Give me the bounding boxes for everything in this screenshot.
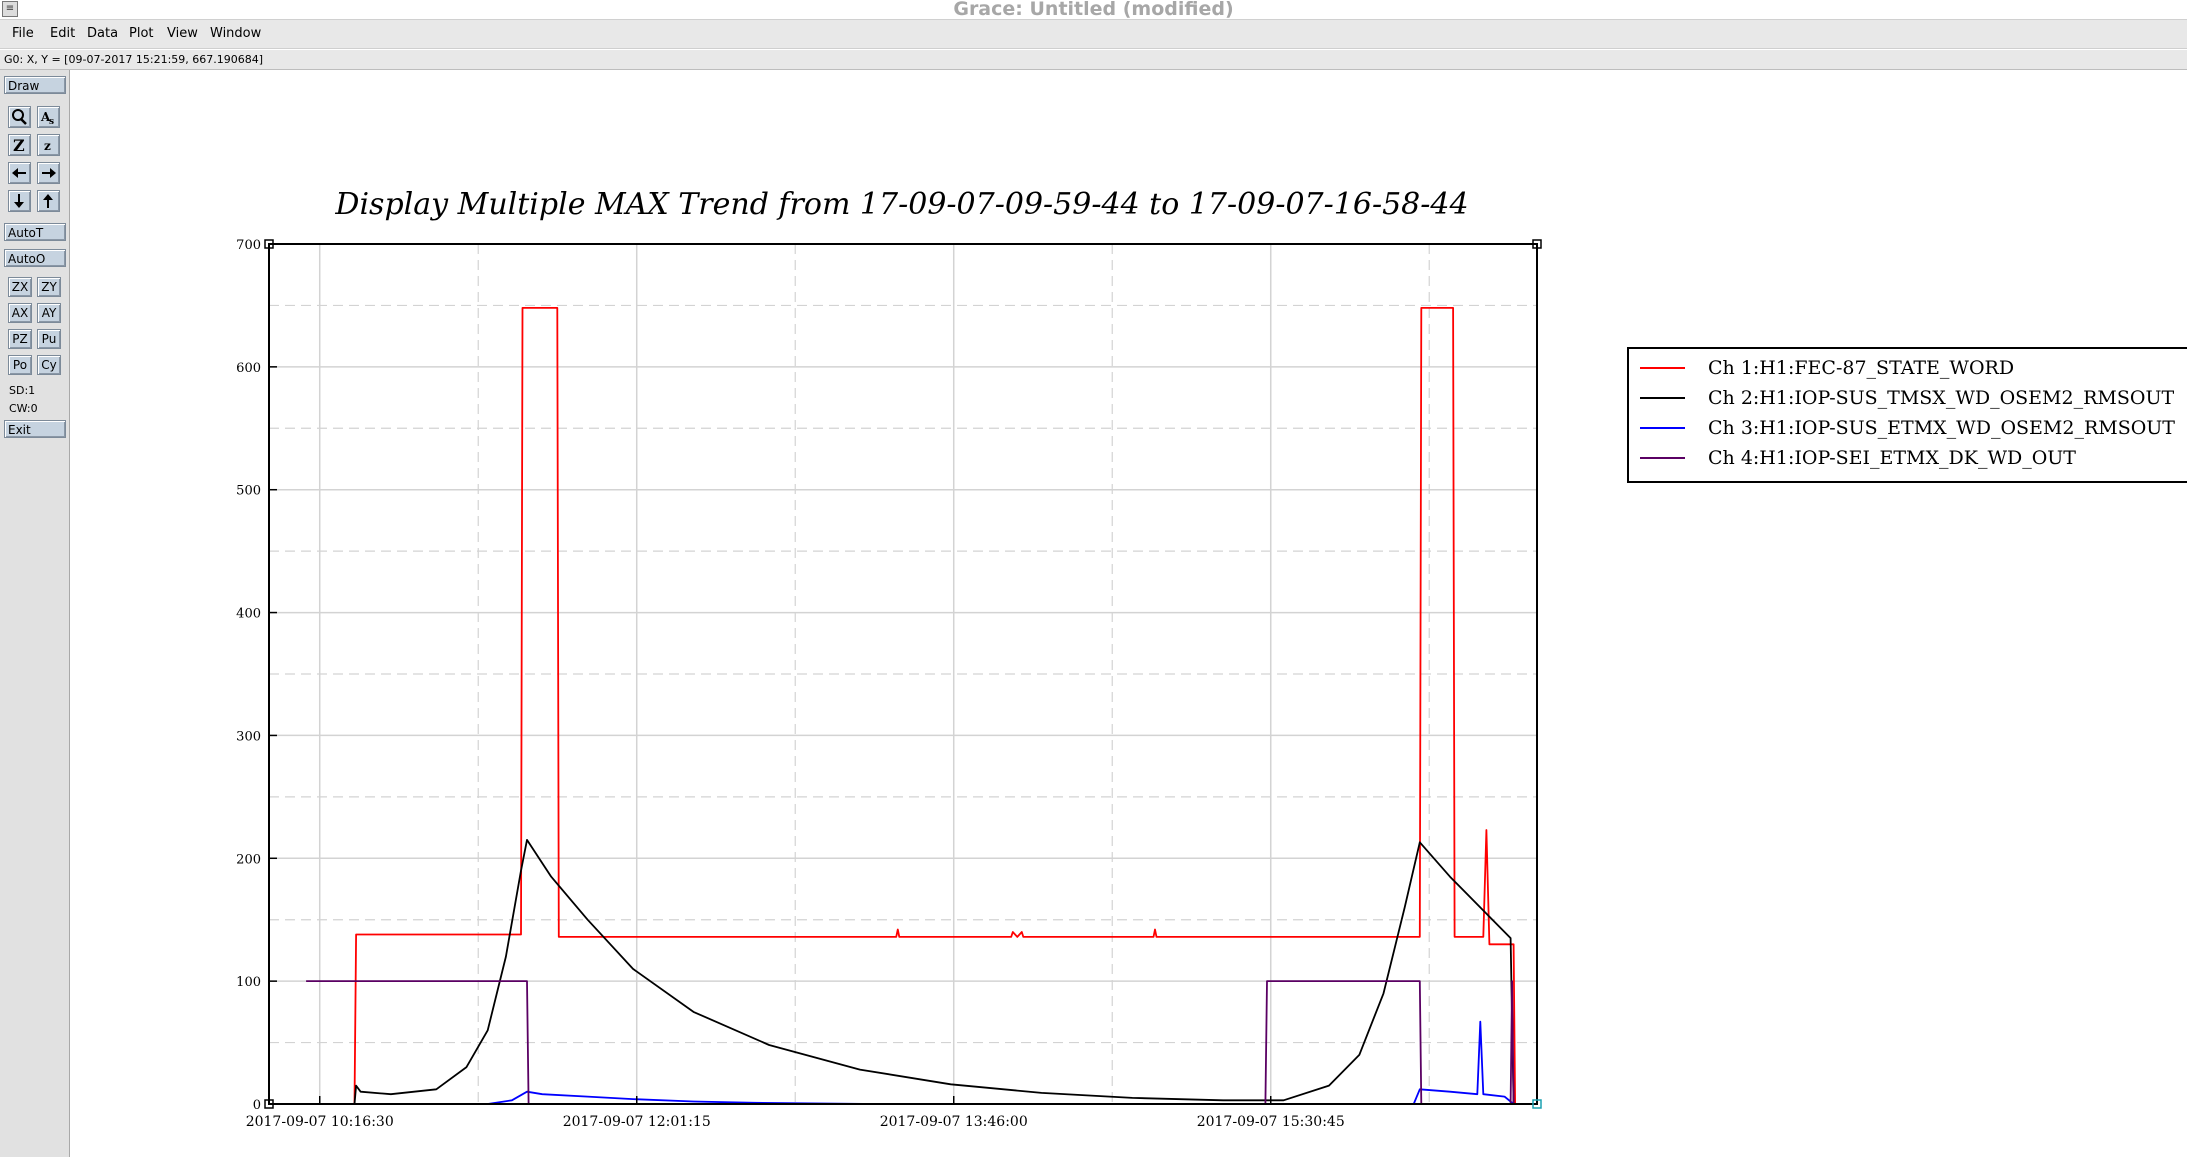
draw-button[interactable]: Draw (4, 76, 66, 94)
chart-svg: Display Multiple MAX Trend from 17-09-07… (236, 187, 2187, 1130)
legend-label: Ch 2:H1:IOP-SUS_TMSX_WD_OSEM2_RMSOUT (1708, 387, 2174, 409)
tool-panel: Draw As Z z AutoT AutoO ZX ZY AX AY PZ P… (0, 70, 70, 1157)
svg-text:z: z (44, 139, 51, 153)
locator-display: G0: X, Y = [09-07-2017 15:21:59, 667.190… (0, 50, 2187, 70)
x-tick-label: 2017-09-07 12:01:15 (563, 1114, 711, 1130)
pop-button[interactable]: Po (8, 355, 32, 375)
y-tick-label: 700 (236, 238, 261, 253)
legend-label: Ch 1:H1:FEC-87_STATE_WORD (1708, 357, 2014, 379)
zoom-y-button[interactable]: ZY (37, 277, 61, 297)
window-title: Grace: Untitled (modified) (953, 0, 1234, 20)
scroll-down-icon[interactable] (8, 190, 31, 212)
y-tick-label: 300 (236, 729, 261, 744)
scroll-left-icon[interactable] (8, 162, 31, 184)
stack-depth-label: SD:1 (9, 384, 36, 397)
autoscale-y-button[interactable]: AY (37, 303, 61, 323)
plot-canvas[interactable]: Display Multiple MAX Trend from 17-09-07… (70, 70, 2187, 1157)
menu-window[interactable]: Window (210, 26, 261, 41)
menu-file[interactable]: File (12, 26, 34, 41)
y-tick-label: 500 (236, 484, 261, 499)
zoom-icon[interactable] (8, 106, 31, 128)
svg-text:Z: Z (13, 136, 25, 155)
grid-layer (269, 244, 1537, 1104)
menu-data[interactable]: Data (87, 26, 118, 41)
autoscale-on-button[interactable]: AutoO (4, 249, 66, 267)
cycle-button[interactable]: Cy (37, 355, 61, 375)
menu-view[interactable]: View (167, 26, 198, 41)
series-line-ch1 (353, 306, 1516, 1105)
legend-label: Ch 4:H1:IOP-SEI_ETMX_DK_WD_OUT (1708, 447, 2076, 469)
y-tick-label: 600 (236, 361, 261, 376)
menubar: File Edit Data Plot View Window (0, 20, 2187, 49)
y-tick-label: 200 (236, 852, 261, 867)
x-tick-label: 2017-09-07 10:16:30 (246, 1114, 394, 1130)
push-button[interactable]: Pu (37, 329, 61, 349)
zoom-x-icon[interactable]: Z (8, 134, 31, 156)
autoscale-x-button[interactable]: AX (8, 303, 32, 323)
axis-layer: 0 100 200 300 400 500 600 700 2017-09-07 10:16:3… (236, 238, 1345, 1130)
svg-text:s: s (49, 117, 54, 127)
zoom-text-icon[interactable]: As (37, 106, 60, 128)
y-tick-label: 0 (253, 1098, 261, 1113)
zoom-y-icon[interactable]: z (37, 134, 60, 156)
current-world-label: CW:0 (9, 402, 38, 415)
scroll-up-icon[interactable] (37, 190, 60, 212)
zoom-x-button[interactable]: ZX (8, 277, 32, 297)
exit-button[interactable]: Exit (4, 420, 66, 438)
series-layer (306, 306, 1516, 1105)
y-tick-label: 400 (236, 607, 261, 622)
push-zoom-button[interactable]: PZ (8, 329, 32, 349)
window-titlebar: ≡ Grace: Untitled (modified) (0, 0, 2187, 20)
y-tick-label: 100 (236, 975, 261, 990)
autoscale-ticks-button[interactable]: AutoT (4, 223, 66, 241)
legend[interactable]: Ch 1:H1:FEC-87_STATE_WORD Ch 2:H1:IOP-SUS… (1627, 347, 2187, 483)
menu-plot[interactable]: Plot (129, 26, 154, 41)
x-tick-label: 2017-09-07 15:30:45 (1197, 1114, 1345, 1130)
scroll-right-icon[interactable] (37, 162, 60, 184)
menu-edit[interactable]: Edit (50, 26, 75, 41)
chart-title: Display Multiple MAX Trend from 17-09-07… (334, 187, 1468, 222)
locator-text: G0: X, Y = [09-07-2017 15:21:59, 667.190… (4, 53, 264, 66)
x-tick-label: 2017-09-07 13:46:00 (880, 1114, 1028, 1130)
legend-label: Ch 3:H1:IOP-SUS_ETMX_WD_OSEM2_RMSOUT (1708, 417, 2175, 439)
